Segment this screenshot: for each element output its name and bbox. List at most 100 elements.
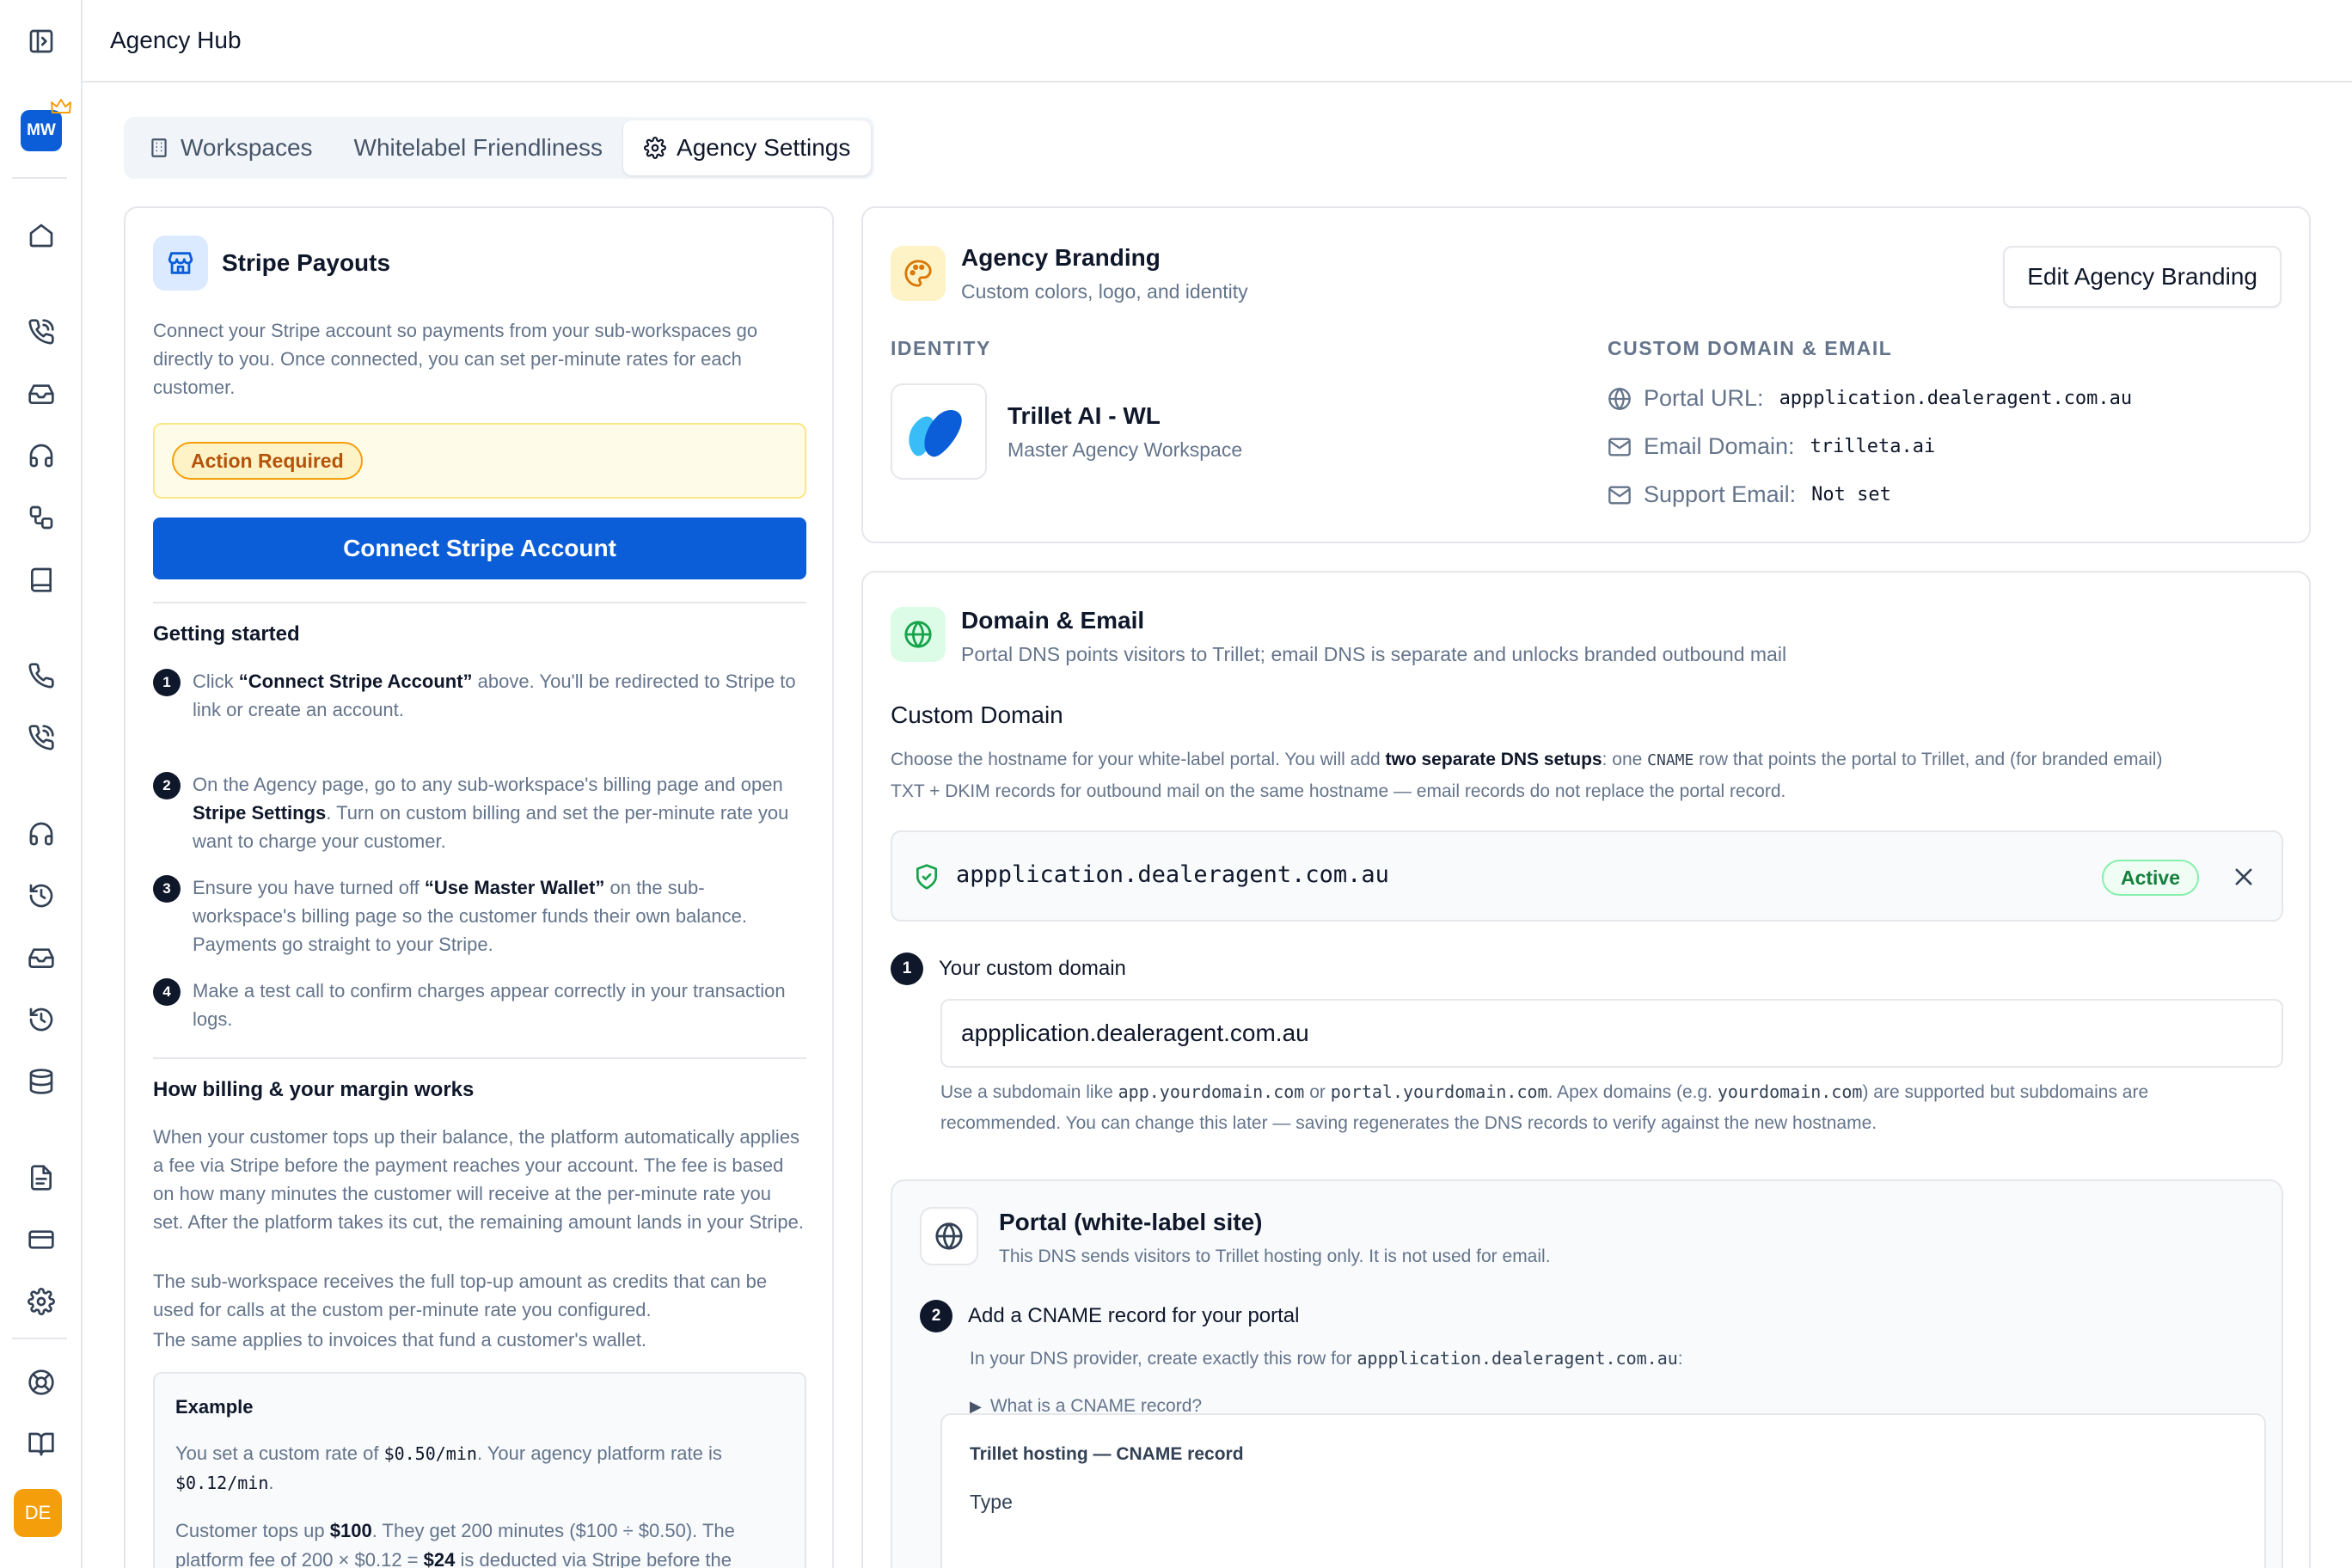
book-icon[interactable] xyxy=(24,562,58,597)
support-email-value: Not set xyxy=(1811,484,1891,505)
step-item: 2 On the Agency page, go to any sub-work… xyxy=(153,770,806,855)
globe-icon xyxy=(1608,387,1631,410)
email-domain-label: Email Domain: xyxy=(1644,433,1795,459)
stripe-payouts-card: Stripe Payouts Connect your Stripe accou… xyxy=(124,206,834,1568)
agency-logo xyxy=(891,383,987,480)
step-label: Your custom domain xyxy=(939,957,1126,980)
step-item: 3 Ensure you have turned off “Use Master… xyxy=(153,873,806,959)
history-icon[interactable] xyxy=(24,879,58,913)
record-title: Trillet hosting — CNAME record xyxy=(970,1444,1244,1464)
mail-icon xyxy=(1608,486,1631,504)
tab-label: Agency Settings xyxy=(677,134,851,161)
tab-workspaces[interactable]: Workspaces xyxy=(127,120,334,175)
email-domain-row: Email Domain: trilleta.ai xyxy=(1608,433,1935,460)
card-title: Stripe Payouts xyxy=(222,249,391,276)
phone-icon[interactable] xyxy=(24,658,58,693)
example-line: Customer tops up $100. They get 200 minu… xyxy=(175,1520,735,1568)
gear-icon xyxy=(644,137,666,159)
tab-label: Whitelabel Friendliness xyxy=(353,134,603,161)
user-avatar[interactable]: DE xyxy=(14,1489,62,1537)
credit-card-icon[interactable] xyxy=(24,1222,58,1257)
step-your-custom-domain: 1 Your custom domain xyxy=(891,952,1126,985)
crown-icon xyxy=(51,99,71,113)
card-subtitle: Custom colors, logo, and identity xyxy=(961,280,1248,303)
step-text: Click “Connect Stripe Account” above. Yo… xyxy=(193,671,796,720)
card-title: Agency Branding xyxy=(961,244,1161,271)
status-badge: Action Required xyxy=(172,442,363,480)
getting-started-title: Getting started xyxy=(153,622,300,646)
step-text: Make a test call to confirm charges appe… xyxy=(193,980,786,1030)
agency-type: Master Agency Workspace xyxy=(1008,438,1243,461)
tab-whitelabel-friendliness[interactable]: Whitelabel Friendliness xyxy=(334,120,623,175)
step-number: 4 xyxy=(153,978,181,1006)
cname-record-box: Trillet hosting — CNAME record Type xyxy=(940,1413,2266,1568)
close-icon[interactable] xyxy=(2232,865,2256,889)
domain-email-card: Domain & Email Portal DNS points visitor… xyxy=(861,571,2311,1568)
step-number: 1 xyxy=(891,952,923,985)
billing-paragraph: The sub-workspace receives the full top-… xyxy=(153,1271,768,1320)
agency-branding-card: Agency Branding Custom colors, logo, and… xyxy=(861,206,2311,543)
record-type-label: Type xyxy=(970,1491,1013,1513)
example-line: You set a custom rate of $0.50/min. Your… xyxy=(175,1442,722,1493)
building-icon xyxy=(151,138,167,157)
globe-icon xyxy=(920,1207,978,1265)
home-icon[interactable] xyxy=(24,218,58,253)
inbox-icon[interactable] xyxy=(24,377,58,411)
portal-url-row: Portal URL: appplication.dealeragent.com… xyxy=(1608,385,2132,412)
phone-call-icon[interactable] xyxy=(24,315,58,349)
action-required-banner: Action Required xyxy=(153,423,806,499)
step-item: 1 Click “Connect Stripe Account” above. … xyxy=(153,667,806,724)
headset-icon[interactable] xyxy=(24,438,58,473)
example-title: Example xyxy=(175,1396,254,1418)
headphones-icon[interactable] xyxy=(24,817,58,851)
toggle-sidebar-icon[interactable] xyxy=(24,24,58,58)
custom-domain-title: Custom Domain xyxy=(891,701,1063,728)
step-number: 3 xyxy=(153,875,181,903)
current-domain: appplication.dealeragent.com.au xyxy=(956,861,1389,888)
portal-subtitle: This DNS sends visitors to Trillet hosti… xyxy=(999,1246,1551,1266)
document-icon[interactable] xyxy=(24,1161,58,1195)
status-badge: Active xyxy=(2101,860,2199,896)
custom-domain-input[interactable]: appplication.dealeragent.com.au xyxy=(940,999,2283,1068)
step-text: Ensure you have turned off “Use Master W… xyxy=(193,877,748,955)
inbox-icon[interactable] xyxy=(24,940,58,975)
step-item: 4 Make a test call to confirm charges ap… xyxy=(153,977,806,1033)
phone-outgoing-icon[interactable] xyxy=(24,720,58,755)
palette-icon xyxy=(891,246,946,301)
top-bar: Agency Hub xyxy=(83,0,2352,83)
tab-agency-settings[interactable]: Agency Settings xyxy=(623,120,872,175)
history-icon[interactable] xyxy=(24,1002,58,1037)
portal-url-value: appplication.dealeragent.com.au xyxy=(1779,388,2133,409)
store-icon xyxy=(153,236,208,291)
custom-domain-hint: Use a subdomain like app.yourdomain.com … xyxy=(940,1081,2149,1133)
lifebuoy-icon[interactable] xyxy=(24,1365,58,1400)
cname-instructions: In your DNS provider, create exactly thi… xyxy=(970,1348,1683,1369)
step-add-cname: 2 Add a CNAME record for your portal xyxy=(920,1300,1300,1332)
tab-bar: Workspaces Whitelabel Friendliness Agenc… xyxy=(124,117,875,179)
custom-domain-description: Choose the hostname for your white-label… xyxy=(891,750,2163,801)
shield-check-icon xyxy=(916,864,937,890)
billing-title: How billing & your margin works xyxy=(153,1078,475,1101)
book-open-icon[interactable] xyxy=(24,1427,58,1461)
card-title: Domain & Email xyxy=(961,607,1145,634)
page-title: Agency Hub xyxy=(110,27,242,53)
email-domain-value: trilleta.ai xyxy=(1810,436,1936,457)
gear-icon[interactable] xyxy=(24,1284,58,1319)
database-icon[interactable] xyxy=(24,1064,58,1099)
connect-stripe-button[interactable]: Connect Stripe Account xyxy=(153,518,806,579)
globe-icon xyxy=(891,607,946,662)
sidebar: MW DE xyxy=(0,0,83,1568)
current-domain-status: appplication.dealeragent.com.au Active xyxy=(891,830,2283,922)
example-box: Example You set a custom rate of $0.50/m… xyxy=(153,1372,806,1568)
step-label: Add a CNAME record for your portal xyxy=(968,1304,1300,1327)
billing-paragraph: The same applies to invoices that fund a… xyxy=(153,1329,647,1351)
support-email-row: Support Email: Not set xyxy=(1608,481,1891,508)
divider xyxy=(153,602,806,603)
mail-icon xyxy=(1608,438,1631,456)
step-text: On the Agency page, go to any sub-worksp… xyxy=(193,774,789,852)
sidebar-divider xyxy=(12,177,67,179)
sidebar-divider xyxy=(12,1338,67,1339)
step-number: 1 xyxy=(153,669,181,696)
edit-agency-branding-button[interactable]: Edit Agency Branding xyxy=(2003,246,2282,308)
workflow-icon[interactable] xyxy=(24,500,58,535)
